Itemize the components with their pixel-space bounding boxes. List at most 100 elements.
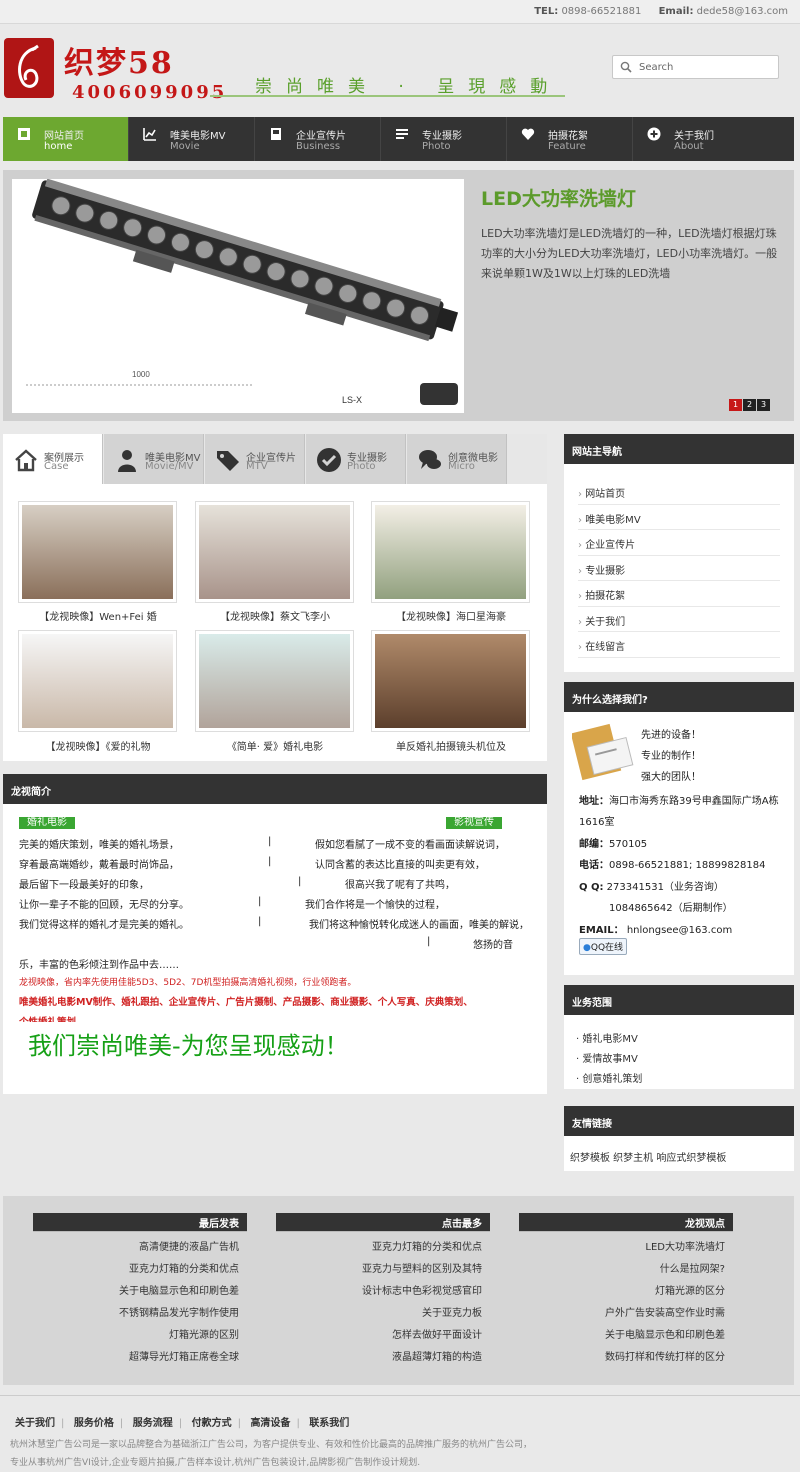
qq-online-button[interactable]: ●QQ在线 — [579, 938, 628, 955]
footer-link[interactable]: 设计标志中色彩视觉感官印 — [276, 1281, 490, 1303]
friend-links[interactable]: 织梦模板 织梦主机 响应式织梦模板 — [570, 1149, 726, 1164]
menu-separator: | — [296, 1418, 300, 1429]
gallery-caption[interactable]: 【龙视映像】Wen+Fei 婚 — [13, 608, 183, 623]
tab-photo[interactable]: 专业摄影 Photo — [306, 434, 406, 484]
gallery-thumb[interactable] — [371, 630, 530, 732]
divider-bar: | — [298, 876, 302, 887]
why-point: 强大的团队！ — [641, 772, 701, 783]
tag-wedding-film[interactable]: 婚礼电影 — [19, 817, 75, 829]
footer-link[interactable]: 液晶超薄灯箱的构造 — [276, 1347, 490, 1369]
banner-page-1[interactable]: 1 — [729, 399, 742, 411]
sidebar-item-movie[interactable]: 唯美电影MV — [578, 505, 780, 530]
gallery-thumb[interactable] — [195, 501, 354, 603]
gallery-caption[interactable]: 《简单· 爱》婚礼电影 — [190, 738, 360, 753]
gallery-thumb[interactable] — [195, 630, 354, 732]
bottom-link[interactable]: 服务价格 — [74, 1418, 114, 1429]
footer-link[interactable]: 关于电脑显示色和印刷色差 — [33, 1281, 247, 1303]
footer-link[interactable]: 超薄导光灯箱正席卷全球 — [33, 1347, 247, 1369]
bottom-link[interactable]: 服务流程 — [133, 1418, 173, 1429]
scope-item[interactable]: · 创意婚礼策划 — [576, 1070, 642, 1085]
nav-item-about[interactable]: 关于我们 About — [633, 117, 759, 161]
banner-page-2[interactable]: 2 — [743, 399, 756, 411]
tag-video-promo[interactable]: 影视宣传 — [446, 817, 502, 829]
about-panel: 龙视简介 婚礼电影 影视宣传 完美的婚庆策划，唯美的婚礼场景， 穿着最高端婚纱，… — [3, 774, 547, 1094]
menu-separator: | — [178, 1418, 183, 1429]
nav-sublabel: Business — [296, 141, 341, 152]
gallery-caption[interactable]: 单反婚礼拍摄镜头机位及 — [366, 738, 536, 753]
tab-movie[interactable]: 唯美电影MV Movie/MV — [104, 434, 204, 484]
slogan: 崇尚唯美 · 呈現感動 — [255, 77, 562, 97]
sidebar-item-business[interactable]: 企业宣传片 — [578, 530, 780, 556]
heart-icon — [521, 128, 535, 140]
why-us-panel: 为什么选择我们? 先进的设备！ 专业的制作！ 强大的团队！ 地址：海口市海秀东路… — [564, 682, 794, 975]
gallery-photo — [199, 634, 350, 728]
bottom-link[interactable]: 付款方式 — [192, 1418, 232, 1429]
qq-value-2: 1084865642（后期制作） — [609, 903, 733, 914]
nav-item-photo[interactable]: 专业摄影 Photo — [381, 117, 507, 161]
bottom-link[interactable]: 关于我们 — [15, 1418, 55, 1429]
footer-link[interactable]: 怎样去做好平面设计 — [276, 1325, 490, 1347]
footer-link[interactable]: 数码打样和传统打样的区分 — [519, 1347, 733, 1369]
nav-item-business[interactable]: 企业宣传片 Business — [255, 117, 381, 161]
nav-item-movie[interactable]: 唯美电影MV Movie — [129, 117, 255, 161]
gallery-photo — [375, 505, 526, 599]
sidebar-nav-title: 网站主导航 — [564, 434, 794, 464]
footer-link[interactable]: 户外广告安装高空作业时需 — [519, 1303, 733, 1325]
scope-item[interactable]: · 婚礼电影MV — [576, 1030, 638, 1045]
footer-link[interactable]: 亚克力灯箱的分类和优点 — [33, 1259, 247, 1281]
why-us-title: 为什么选择我们? — [564, 682, 794, 712]
contact-info: TEL: 0898-66521881 Email: dede58@163.com — [520, 6, 788, 17]
tab-case[interactable]: 案例展示 Case — [3, 434, 103, 484]
sidebar-item-home[interactable]: 网站首页 — [578, 479, 780, 505]
scope-item[interactable]: · 爱情故事MV — [576, 1050, 638, 1065]
brand-name[interactable]: 织梦58 — [64, 38, 174, 82]
qq-icon: ● — [583, 943, 591, 953]
gallery-photo — [22, 634, 173, 728]
footer-link[interactable]: LED大功率洗墙灯 — [519, 1237, 733, 1259]
nav-item-home[interactable]: 网站首页 home — [3, 117, 129, 161]
logo-icon[interactable] — [4, 38, 54, 98]
address-value-2: 1616室 — [579, 817, 615, 828]
sidebar-item-message[interactable]: 在线留言 — [578, 632, 780, 658]
footer-link[interactable]: 亚克力灯箱的分类和优点 — [276, 1237, 490, 1259]
slogan-underline — [210, 95, 565, 97]
banner-dimension: 1000 — [132, 370, 150, 379]
bottom-link[interactable]: 高清设备 — [250, 1418, 290, 1429]
email-value[interactable]: hnlongsee@163.com — [627, 925, 732, 936]
about-text: 乐，丰富的色彩倾注到作品中去…… — [19, 960, 179, 971]
sidebar-item-about[interactable]: 关于我们 — [578, 607, 780, 632]
footer-link[interactable]: 关于亚克力板 — [276, 1303, 490, 1325]
nav-label: 企业宣传片 — [296, 131, 346, 142]
nav-label: 唯美电影MV — [170, 131, 226, 142]
footer-link[interactable]: 灯箱光源的区别 — [33, 1325, 247, 1347]
banner-title[interactable]: LED大功率洗墙灯 — [481, 184, 636, 211]
sidebar-item-feature[interactable]: 拍摄花絮 — [578, 581, 780, 607]
email-value[interactable]: dede58@163.com — [697, 6, 788, 17]
gallery-thumb[interactable] — [18, 501, 177, 603]
email-label: Email: — [658, 6, 694, 17]
bottom-link[interactable]: 联系我们 — [309, 1418, 349, 1429]
gallery-photo — [375, 634, 526, 728]
tab-mtv[interactable]: 企业宣传片 MTV — [205, 434, 305, 484]
banner-image[interactable]: 1000 LS-X — [12, 178, 464, 413]
footer-link[interactable]: 亚克力与塑料的区别及其特 — [276, 1259, 490, 1281]
tab-bar: 案例展示 Case 唯美电影MV Movie/MV 企业宣传片 MTV 专业摄影 Pho… — [3, 434, 547, 484]
footer-link[interactable]: 高清便捷的液晶广告机 — [33, 1237, 247, 1259]
footer-link[interactable]: 什么是拉网架? — [519, 1259, 733, 1281]
footer-link[interactable]: 灯箱光源的区分 — [519, 1281, 733, 1303]
tab-micro[interactable]: 创意微电影 Micro — [407, 434, 507, 484]
nav-item-feature[interactable]: 拍摄花絮 Feature — [507, 117, 633, 161]
banner-page-3[interactable]: 3 — [757, 399, 770, 411]
footer-link[interactable]: 关于电脑显示色和印刷色差 — [519, 1325, 733, 1347]
gallery-caption[interactable]: 【龙视映像】《爱的礼物 — [13, 738, 183, 753]
gallery-caption[interactable]: 【龙视映像】蔡文飞李小 — [190, 608, 360, 623]
search-input[interactable]: Search — [612, 55, 779, 79]
why-point: 先进的设备！ — [641, 730, 701, 741]
sidebar-item-photo[interactable]: 专业摄影 — [578, 556, 780, 581]
gallery-caption[interactable]: 【龙视映像】海口星海豪 — [366, 608, 536, 623]
gallery-thumb[interactable] — [371, 501, 530, 603]
footer-link[interactable]: 不锈钢精品发光字制作使用 — [33, 1303, 247, 1325]
list-icon — [396, 129, 408, 139]
gallery-thumb[interactable] — [18, 630, 177, 732]
banner-description: LED大功率洗墙灯是LED洗墙灯的一种，LED洗墙灯根据灯珠功率的大小分为LED… — [481, 227, 778, 280]
